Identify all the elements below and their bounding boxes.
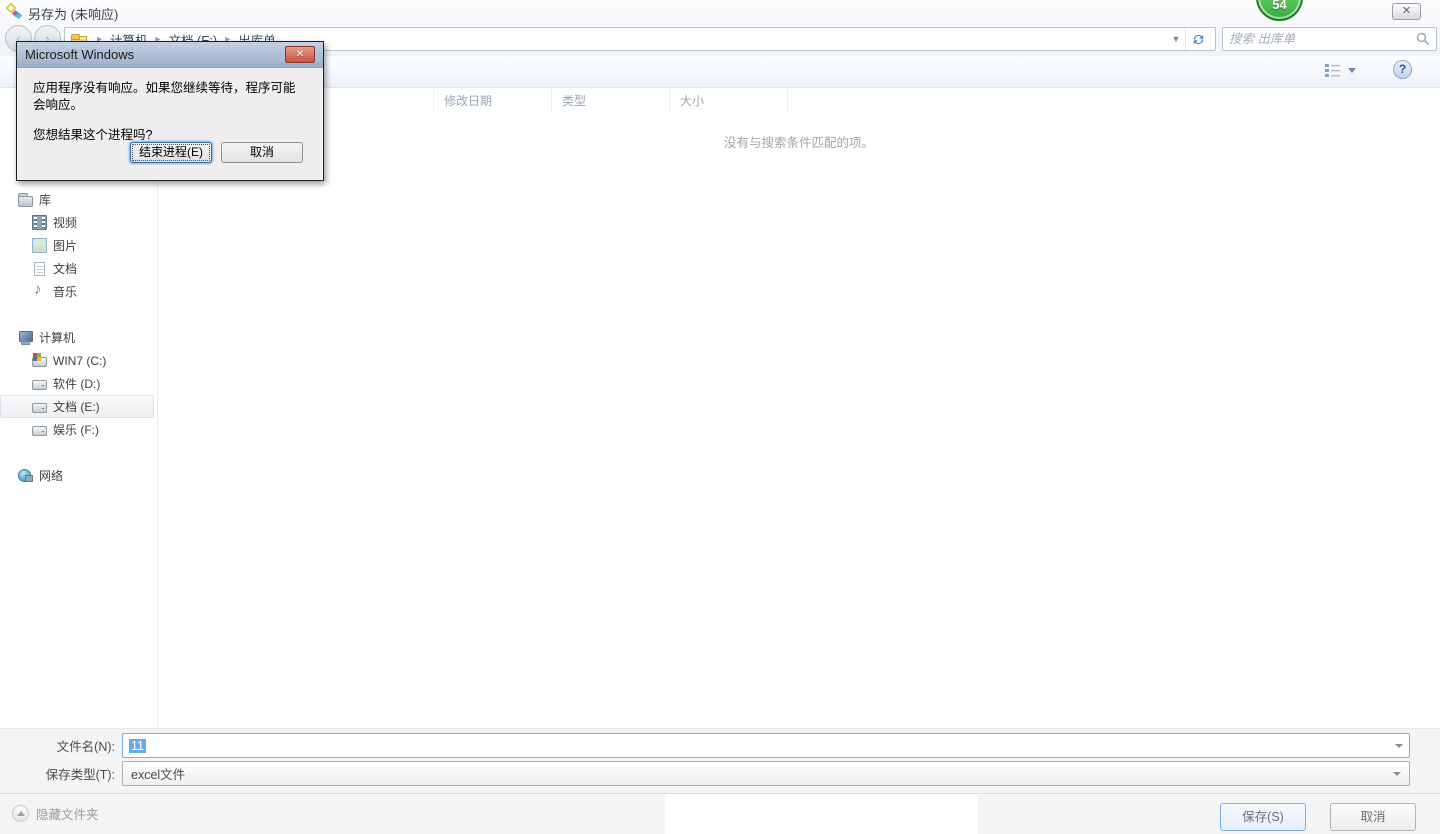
hide-folders-label: 隐藏文件夹	[36, 804, 99, 823]
sidebar-item[interactable]: 库	[0, 188, 154, 211]
videos-icon	[32, 215, 47, 230]
sidebar-item[interactable]: 音乐	[0, 280, 154, 303]
dialog-titlebar: Microsoft Windows ✕	[17, 42, 323, 68]
window-title: 另存为 (未响应)	[28, 4, 118, 23]
music-icon	[32, 284, 47, 299]
collapse-icon	[12, 805, 29, 822]
filename-input[interactable]: 11	[122, 733, 1410, 758]
sidebar-item[interactable]: 娱乐 (F:)	[0, 418, 154, 441]
save-type-select[interactable]: excel文件	[122, 761, 1410, 786]
save-button[interactable]: 保存(S)	[1220, 803, 1306, 831]
save-type-label: 保存类型(T):	[0, 764, 122, 783]
sidebar-item-label: 计算机	[39, 329, 75, 346]
column-header-label: 修改日期	[444, 92, 492, 109]
sidebar-item[interactable]: WIN7 (C:)	[0, 349, 154, 372]
computer-icon	[18, 330, 33, 345]
titlebar: 另存为 (未响应) ✕	[0, 0, 1440, 24]
hide-folders-button[interactable]: 隐藏文件夹	[12, 804, 99, 823]
sidebar-item[interactable]: 视频	[0, 211, 154, 234]
dialog-message: 应用程序没有响应。如果您继续等待，程序可能会响应。	[33, 80, 307, 114]
refresh-icon	[1191, 32, 1206, 47]
column-header-label: 类型	[562, 92, 586, 109]
sidebar-item[interactable]: 网络	[0, 464, 154, 487]
views-icon	[1325, 63, 1341, 77]
sidebar-item-label: 软件 (D:)	[53, 375, 100, 392]
sidebar-item-label: 网络	[39, 467, 63, 484]
sidebar-item[interactable]: 计算机	[0, 326, 154, 349]
sidebar-item-label: 库	[39, 191, 51, 208]
help-button[interactable]: ?	[1393, 60, 1412, 79]
sidebar: 库 视频 图片 文档 音乐 计算机 WIN7 (C:) 软件 (	[0, 88, 158, 728]
network-icon	[18, 468, 33, 483]
drive-icon	[32, 376, 47, 391]
column-headers: 修改日期 类型 大小	[158, 88, 1440, 112]
save-as-app-icon	[6, 3, 24, 21]
refresh-button[interactable]	[1185, 28, 1211, 50]
badge-count: 54	[1258, 0, 1301, 12]
cancel-button[interactable]: 取消	[1330, 803, 1416, 831]
save-type-value: excel文件	[131, 764, 185, 783]
sidebar-item-label: 文档 (E:)	[53, 398, 100, 415]
dialog-cancel-button[interactable]: 取消	[221, 142, 303, 163]
dialog-close-icon[interactable]: ✕	[285, 46, 315, 63]
filename-value: 11	[129, 739, 146, 753]
library-icon	[18, 193, 33, 208]
end-process-button[interactable]: 结束进程(E)	[130, 142, 212, 163]
sidebar-item-label: WIN7 (C:)	[53, 354, 106, 368]
documents-icon	[34, 262, 45, 276]
chevron-down-icon	[1348, 68, 1356, 73]
sidebar-item-label: 图片	[53, 237, 77, 254]
sidebar-item[interactable]: 文档	[0, 257, 154, 280]
column-header-label: 大小	[680, 92, 704, 109]
search-icon	[1416, 32, 1430, 46]
file-browser-content: 库 视频 图片 文档 音乐 计算机 WIN7 (C:) 软件 (	[0, 88, 1440, 728]
dialog-title: Microsoft Windows	[25, 47, 134, 62]
search-box[interactable]	[1222, 27, 1437, 51]
dialog-body: 应用程序没有响应。如果您继续等待，程序可能会响应。 您想结果这个进程吗?	[17, 68, 323, 144]
change-view-button[interactable]	[1321, 61, 1360, 79]
sidebar-item[interactable]: 文档 (E:)	[0, 395, 154, 418]
filename-label: 文件名(N):	[0, 736, 122, 755]
save-type-dropdown-icon[interactable]	[1393, 772, 1401, 776]
blank-overlay	[665, 795, 978, 834]
empty-message: 没有与搜索条件匹配的项。	[158, 132, 1440, 151]
column-header[interactable]: 大小	[669, 88, 787, 112]
sidebar-item[interactable]: 软件 (D:)	[0, 372, 154, 395]
sidebar-item-label: 娱乐 (F:)	[53, 421, 99, 438]
pictures-icon	[32, 238, 47, 253]
sidebar-item-label: 文档	[53, 260, 77, 277]
drive-icon	[32, 422, 47, 437]
sidebar-item-label: 音乐	[53, 283, 77, 300]
close-icon[interactable]: ✕	[1392, 3, 1421, 20]
drive-icon	[32, 399, 47, 414]
sidebar-item[interactable]: 图片	[0, 234, 154, 257]
search-input[interactable]	[1229, 32, 1416, 46]
save-form-panel: 文件名(N): 11 保存类型(T): excel文件	[0, 728, 1440, 793]
ms-windows-dialog: Microsoft Windows ✕ 应用程序没有响应。如果您继续等待，程序可…	[16, 41, 324, 181]
column-header[interactable]: 修改日期	[433, 88, 551, 112]
system-drive-icon	[32, 353, 47, 368]
filename-dropdown-icon[interactable]	[1395, 744, 1403, 748]
file-list-pane: 修改日期 类型 大小 没有与搜索条件匹配的项。	[158, 88, 1440, 728]
sidebar-item-label: 视频	[53, 214, 77, 231]
column-header[interactable]: 类型	[551, 88, 669, 112]
address-dropdown-icon[interactable]: ▼	[1167, 34, 1185, 44]
